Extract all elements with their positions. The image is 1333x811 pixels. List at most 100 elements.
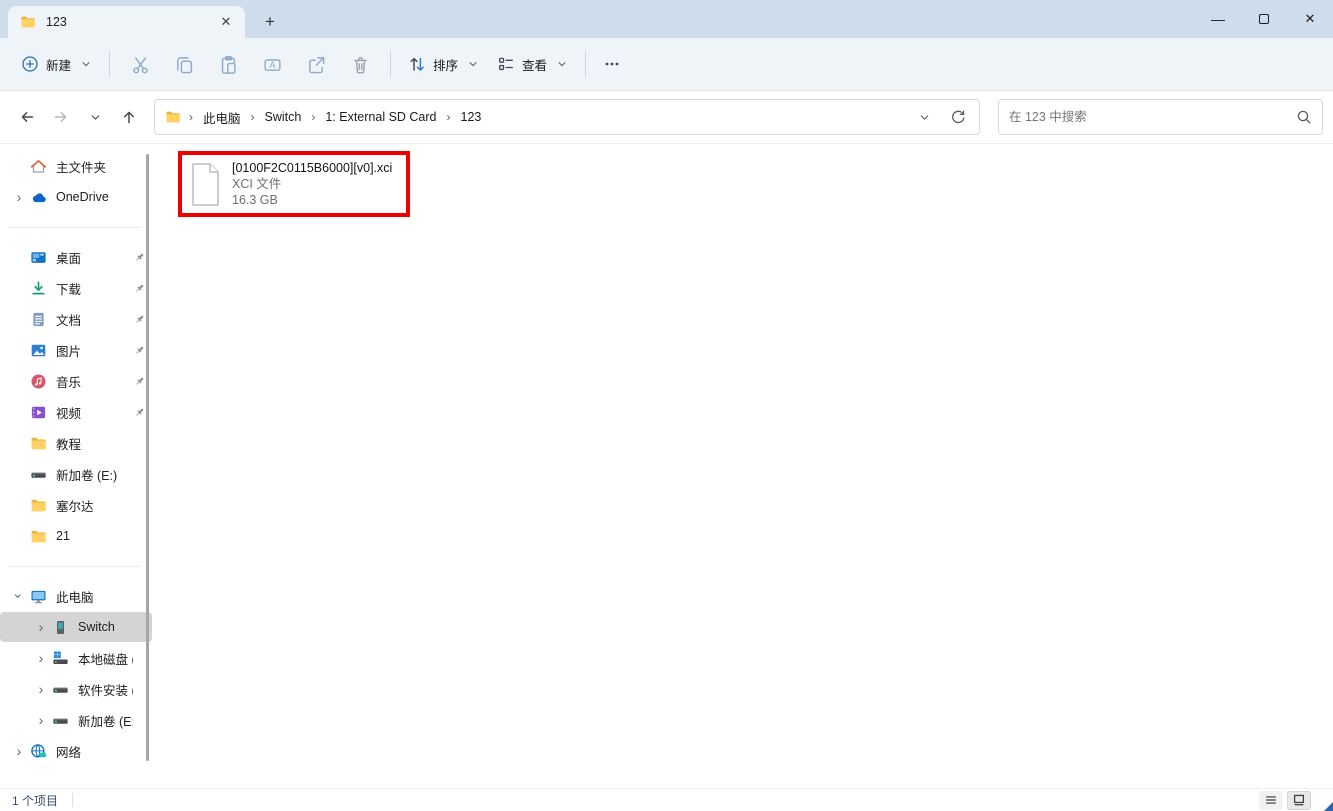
refresh-icon <box>950 109 966 125</box>
cut-icon <box>131 55 150 74</box>
sidebar-item-label: 本地磁盘 (C:) <box>78 649 133 668</box>
resize-grip[interactable] <box>1324 802 1333 811</box>
sidebar-item-塞尔达[interactable]: › 塞尔达 <box>0 490 152 520</box>
maximize-button[interactable] <box>1241 4 1287 34</box>
ellipsis-icon <box>603 55 621 73</box>
status-separator <box>72 793 73 807</box>
item-icon <box>52 650 69 667</box>
sidebar-item-label: 21 <box>56 529 70 543</box>
paste-button[interactable] <box>206 46 250 82</box>
chevron-right-icon[interactable]: › <box>10 744 28 758</box>
chevron-right-icon[interactable]: › <box>32 620 50 634</box>
rename-button[interactable]: A <box>250 46 294 82</box>
up-button[interactable] <box>112 100 146 134</box>
recent-locations-button[interactable] <box>78 100 112 134</box>
copy-icon <box>175 55 194 74</box>
item-icon <box>30 189 47 206</box>
breadcrumb: › 此电脑 › Switch › 1: External SD Card › 1… <box>181 105 909 130</box>
new-button[interactable]: 新建 <box>12 48 101 81</box>
sidebar-item-教程[interactable]: › 教程 <box>0 428 152 458</box>
sidebar-scrollbar[interactable] <box>146 154 149 761</box>
sidebar-separator <box>8 227 140 228</box>
item-icon <box>30 158 47 175</box>
sidebar-item-label: 新加卷 (E:) <box>56 465 117 484</box>
toolbar: 新建 <box>0 38 1333 91</box>
item-icon <box>52 619 69 636</box>
sidebar-item-21[interactable]: › 21 <box>0 521 152 551</box>
search-input[interactable] <box>1009 110 1296 124</box>
sidebar-item-桌面[interactable]: › 桌面 <box>0 242 152 272</box>
content-area: › 主文件夹 › OneDrive › 桌面 <box>0 144 1333 767</box>
sidebar-item-音乐[interactable]: › 音乐 <box>0 366 152 396</box>
file-list: [0100F2C0115B6000][v0].xci XCI 文件 16.3 G… <box>152 144 1333 767</box>
breadcrumb-item[interactable]: 1: External SD Card <box>323 107 438 127</box>
item-icon <box>30 435 47 452</box>
sidebar-item-label: 文档 <box>56 310 81 329</box>
sidebar-item-OneDrive[interactable]: › OneDrive <box>0 182 152 212</box>
large-thumbnails-view-button[interactable] <box>1287 791 1311 810</box>
breadcrumb-separator: › <box>447 110 451 124</box>
sidebar-item-label: 下载 <box>56 279 81 298</box>
pin-icon <box>133 406 146 419</box>
chevron-right-icon[interactable]: › <box>12 587 26 605</box>
details-view-button[interactable] <box>1259 791 1283 810</box>
sidebar-item-label: 音乐 <box>56 372 81 391</box>
item-icon <box>30 588 47 605</box>
maximize-icon <box>1259 14 1269 24</box>
pin-icon <box>133 344 146 357</box>
breadcrumb-item[interactable]: 此电脑 <box>201 105 243 130</box>
minimize-button[interactable]: — <box>1195 4 1241 34</box>
chevron-right-icon[interactable]: › <box>32 713 50 727</box>
breadcrumb-item[interactable]: 123 <box>459 107 484 127</box>
item-icon <box>30 404 47 421</box>
navigation-bar: › 此电脑 › Switch › 1: External SD Card › 1… <box>0 91 1333 144</box>
sidebar-item-此电脑[interactable]: › 此电脑 <box>0 581 152 611</box>
view-label: 查看 <box>522 55 547 74</box>
file-item[interactable]: [0100F2C0115B6000][v0].xci XCI 文件 16.3 G… <box>182 155 406 213</box>
up-icon <box>120 108 138 126</box>
copy-button[interactable] <box>162 46 206 82</box>
file-icon <box>190 162 221 207</box>
forward-icon <box>52 108 70 126</box>
chevron-right-icon[interactable]: › <box>32 682 50 696</box>
cut-button[interactable] <box>118 46 162 82</box>
new-tab-button[interactable]: + <box>257 9 283 35</box>
back-button[interactable] <box>10 100 44 134</box>
file-name: [0100F2C0115B6000][v0].xci <box>232 160 392 176</box>
sidebar-item-下载[interactable]: › 下载 <box>0 273 152 303</box>
delete-button[interactable] <box>338 46 382 82</box>
sidebar-item-图片[interactable]: › 图片 <box>0 335 152 365</box>
chevron-down-icon <box>556 58 568 70</box>
sort-button[interactable]: 排序 <box>399 48 488 81</box>
sidebar-item-label: 软件安装 (D:) <box>78 680 133 699</box>
sidebar-item-软件安装 (D:)[interactable]: › 软件安装 (D:) <box>0 674 152 704</box>
sidebar-item-文档[interactable]: › 文档 <box>0 304 152 334</box>
breadcrumb-item[interactable]: Switch <box>263 107 304 127</box>
more-options-button[interactable] <box>594 46 630 82</box>
tab-close-icon[interactable]: ✕ <box>215 11 237 33</box>
share-button[interactable] <box>294 46 338 82</box>
chevron-right-icon[interactable]: › <box>32 651 50 665</box>
sidebar-item-新加卷 (E:)[interactable]: › 新加卷 (E:) <box>0 705 152 735</box>
forward-button[interactable] <box>44 100 78 134</box>
sidebar-item-label: 桌面 <box>56 248 81 267</box>
toolbar-separator <box>585 51 586 77</box>
chevron-right-icon[interactable]: › <box>10 190 28 204</box>
refresh-button[interactable] <box>943 102 973 132</box>
sidebar-item-本地磁盘 (C:)[interactable]: › 本地磁盘 (C:) <box>0 643 152 673</box>
explorer-tab[interactable]: 123 ✕ <box>8 6 245 38</box>
sidebar-item-label: 图片 <box>56 341 81 360</box>
close-button[interactable]: ✕ <box>1287 4 1333 34</box>
view-button[interactable]: 查看 <box>488 48 577 81</box>
sidebar-item-label: 此电脑 <box>56 587 94 606</box>
sidebar-item-主文件夹[interactable]: › 主文件夹 <box>0 151 152 181</box>
sidebar-item-Switch[interactable]: › Switch <box>0 612 152 642</box>
sidebar-item-新加卷 (E:)[interactable]: › 新加卷 (E:) <box>0 459 152 489</box>
sidebar-item-视频[interactable]: › 视频 <box>0 397 152 427</box>
sidebar-item-网络[interactable]: › 网络 <box>0 736 152 766</box>
paste-icon <box>219 55 238 74</box>
breadcrumb-separator: › <box>189 110 193 124</box>
address-dropdown-button[interactable] <box>909 102 939 132</box>
address-bar[interactable]: › 此电脑 › Switch › 1: External SD Card › 1… <box>154 99 980 135</box>
thumbnail-view-icon <box>1292 793 1306 807</box>
